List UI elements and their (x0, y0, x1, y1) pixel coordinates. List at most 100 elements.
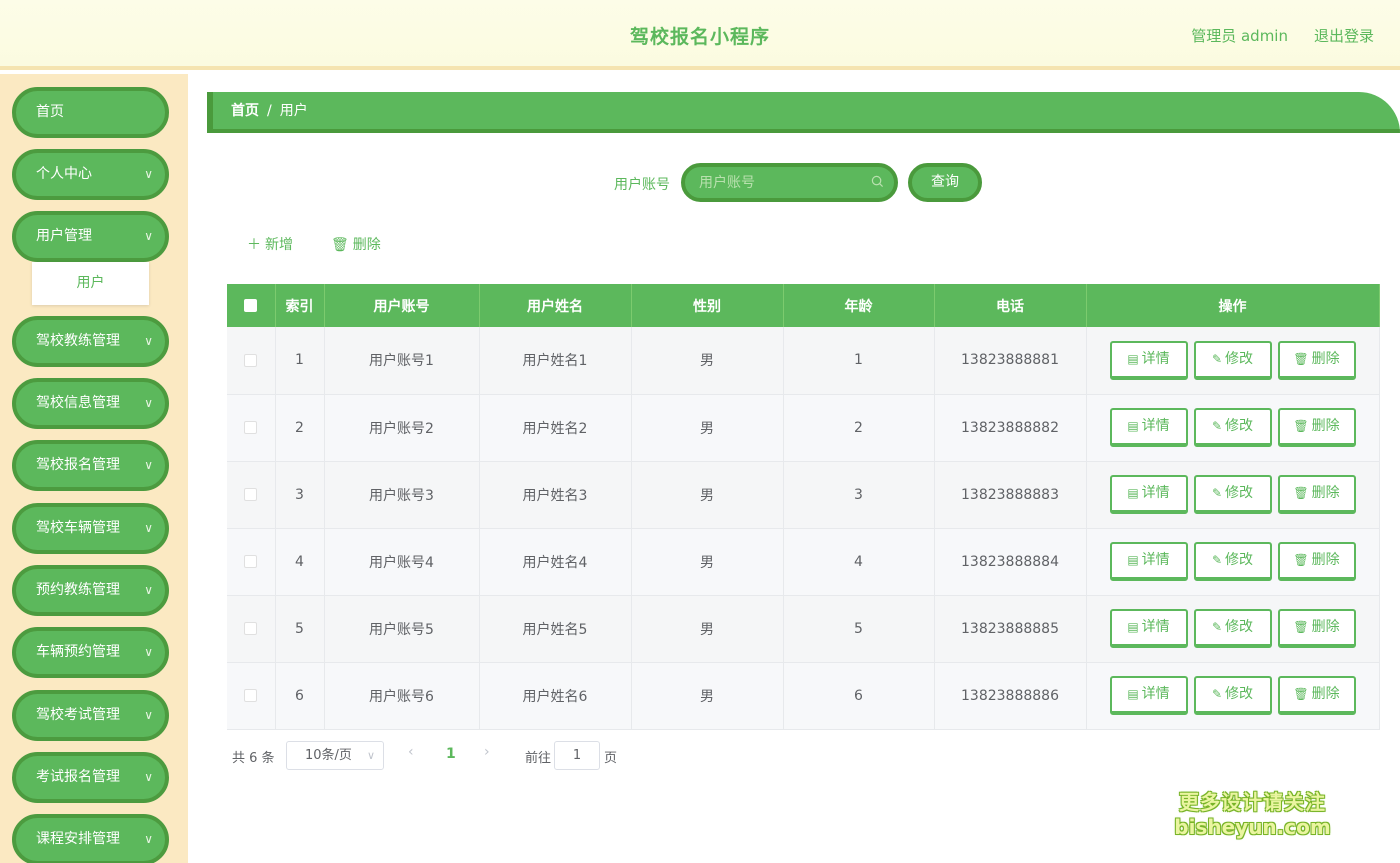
document-icon: ▤ (1127, 620, 1139, 634)
sidebar-item-label: 用户管理 (36, 228, 92, 244)
select-all-checkbox[interactable] (244, 299, 258, 312)
row-detail-label: 详情 (1141, 485, 1170, 501)
cell-phone: 13823888885 (934, 595, 1087, 663)
add-button-label: 新增 (265, 237, 293, 253)
pagination-total: 共 6 条 (232, 751, 275, 766)
pencil-icon: ✎ (1211, 553, 1223, 567)
user-table: 索引 用户账号 用户姓名 性别 年龄 电话 操作 1 用户账号1 用户姓名1 男 1 13823888… (227, 284, 1380, 730)
row-select-cell[interactable] (227, 662, 276, 730)
row-edit-button[interactable]: ✎ 修改 (1193, 408, 1272, 447)
sidebar-item-2[interactable]: 用户管理 ∨ (12, 211, 169, 262)
app-header: 驾校报名小程序 管理员 admin 退出登录 (0, 0, 1400, 70)
sidebar-item-9[interactable]: 驾校考试管理 ∨ (12, 690, 169, 741)
query-button[interactable]: 查询 (908, 163, 982, 202)
row-delete-button[interactable]: 🗑 删除 (1277, 542, 1356, 581)
cell-age: 3 (783, 461, 935, 529)
row-detail-label: 详情 (1141, 350, 1170, 367)
cell-phone: 13823888882 (934, 394, 1087, 462)
row-edit-button[interactable]: ✎ 修改 (1193, 475, 1272, 514)
row-select-cell[interactable] (227, 595, 276, 663)
cell-phone: 13823888883 (934, 461, 1087, 529)
cell-actions: ▤ 详情 ✎ 修改 🗑 删除 (1086, 595, 1380, 663)
chevron-down-icon: ∨ (144, 708, 153, 722)
search-box[interactable] (681, 163, 898, 202)
sidebar-item-label: 个人中心 (36, 166, 92, 182)
row-delete-label: 删除 (1311, 485, 1340, 501)
sidebar-item-5[interactable]: 驾校报名管理 ∨ (12, 440, 169, 491)
select-all-cell[interactable] (227, 284, 276, 327)
chevron-down-icon: ∨ (144, 458, 153, 472)
row-edit-button[interactable]: ✎ 修改 (1193, 542, 1272, 581)
chevron-down-icon: ∨ (144, 770, 153, 784)
cell-gender: 男 (631, 461, 784, 529)
row-edit-label: 修改 (1225, 485, 1254, 501)
row-detail-label: 详情 (1141, 552, 1170, 568)
trash-icon: 🗑 (1293, 486, 1309, 500)
prev-page-button[interactable]: ‹ (408, 744, 414, 760)
row-detail-button[interactable]: ▤ 详情 (1109, 475, 1188, 514)
row-select-cell[interactable] (227, 528, 276, 596)
sidebar-item-6[interactable]: 驾校车辆管理 ∨ (12, 503, 169, 554)
sidebar-item-10[interactable]: 考试报名管理 ∨ (12, 752, 169, 803)
column-header: 性别 (631, 284, 784, 327)
sidebar-item-label: 课程安排管理 (36, 831, 120, 847)
sidebar-item-8[interactable]: 车辆预约管理 ∨ (12, 627, 169, 678)
trash-icon: 🗑 (331, 237, 349, 253)
row-checkbox[interactable] (244, 488, 258, 501)
cell-age: 4 (783, 528, 935, 596)
row-detail-button[interactable]: ▤ 详情 (1109, 676, 1188, 715)
page-size-select[interactable]: 10条/页 ∨ (286, 741, 384, 770)
sidebar-subitem-0[interactable]: 用户 (32, 262, 149, 305)
row-delete-button[interactable]: 🗑 删除 (1277, 475, 1356, 514)
bulk-delete-button[interactable]: 🗑 删除 (331, 234, 381, 254)
row-select-cell[interactable] (227, 394, 276, 462)
row-edit-button[interactable]: ✎ 修改 (1193, 676, 1272, 715)
row-delete-button[interactable]: 🗑 删除 (1277, 340, 1356, 380)
logout-link[interactable]: 退出登录 (1314, 25, 1374, 46)
add-button[interactable]: ＋新增 (247, 234, 293, 254)
row-select-cell[interactable] (227, 461, 276, 529)
row-edit-button[interactable]: ✎ 修改 (1193, 340, 1272, 380)
sidebar-item-1[interactable]: 个人中心 ∨ (12, 149, 169, 200)
cell-actions: ▤ 详情 ✎ 修改 🗑 删除 (1086, 461, 1380, 529)
row-checkbox[interactable] (244, 421, 258, 434)
row-checkbox[interactable] (244, 689, 258, 702)
cell-actions: ▤ 详情 ✎ 修改 🗑 删除 (1086, 528, 1380, 596)
breadcrumb-home[interactable]: 首页 (231, 103, 259, 119)
cell-index: 6 (275, 662, 325, 730)
sidebar-item-11[interactable]: 课程安排管理 ∨ (12, 814, 169, 863)
row-delete-label: 删除 (1311, 686, 1340, 702)
row-detail-button[interactable]: ▤ 详情 (1109, 408, 1188, 447)
next-page-button[interactable]: › (484, 744, 490, 760)
row-edit-button[interactable]: ✎ 修改 (1193, 609, 1272, 648)
row-detail-button[interactable]: ▤ 详情 (1109, 340, 1188, 380)
cell-age: 1 (783, 327, 935, 395)
sidebar-item-3[interactable]: 驾校教练管理 ∨ (12, 316, 169, 367)
cell-age: 6 (783, 662, 935, 730)
cell-gender: 男 (631, 528, 784, 596)
page-number-current[interactable]: 1 (446, 746, 456, 762)
sidebar-item-label: 考试报名管理 (36, 769, 120, 785)
row-detail-button[interactable]: ▤ 详情 (1109, 609, 1188, 648)
sidebar-item-7[interactable]: 预约教练管理 ∨ (12, 565, 169, 616)
goto-page-input[interactable] (554, 741, 600, 770)
row-delete-button[interactable]: 🗑 删除 (1277, 609, 1356, 648)
row-checkbox[interactable] (244, 555, 258, 568)
sidebar-item-4[interactable]: 驾校信息管理 ∨ (12, 378, 169, 429)
row-detail-label: 详情 (1141, 619, 1170, 635)
search-input[interactable] (685, 167, 855, 198)
column-header: 用户姓名 (479, 284, 632, 327)
row-delete-label: 删除 (1311, 552, 1340, 568)
row-delete-button[interactable]: 🗑 删除 (1277, 676, 1356, 715)
row-select-cell[interactable] (227, 327, 276, 395)
chevron-down-icon: ∨ (144, 645, 153, 659)
row-checkbox[interactable] (244, 622, 258, 635)
row-delete-button[interactable]: 🗑 删除 (1277, 408, 1356, 447)
row-checkbox[interactable] (244, 353, 258, 367)
row-edit-label: 修改 (1225, 418, 1254, 434)
table-body: 1 用户账号1 用户姓名1 男 1 13823888881 ▤ 详情 ✎ 修改 🗑 删除 2 用户账号2 用… (227, 327, 1380, 730)
sidebar-item-0[interactable]: 首页 (12, 87, 169, 138)
pencil-icon: ✎ (1211, 351, 1223, 366)
row-detail-button[interactable]: ▤ 详情 (1109, 542, 1188, 581)
row-delete-label: 删除 (1311, 619, 1340, 635)
